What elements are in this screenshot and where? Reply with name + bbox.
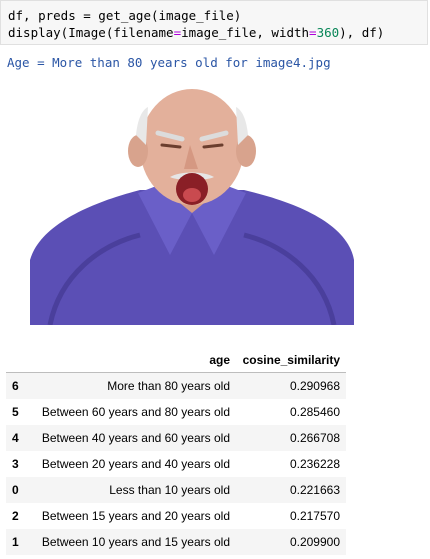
code-line-2: display(Image(filename=image_file, width… [8,25,385,40]
similarity-cell: 0.285460 [289,405,340,419]
code-cell[interactable]: df, preds = get_age(image_file) display(… [0,0,428,45]
similarity-cell: 0.209900 [289,535,340,549]
results-dataframe: age cosine_similarity 6 More than 80 yea… [6,348,346,555]
row-index: 5 [12,405,19,419]
age-cell: Between 40 years and 60 years old [41,431,230,445]
table-row: 5 Between 60 years and 80 years old 0.28… [6,399,346,425]
similarity-cell: 0.217570 [289,509,340,523]
table-row: 1 Between 10 years and 15 years old 0.20… [6,529,346,555]
index-header [6,348,34,373]
table-row: 4 Between 40 years and 60 years old 0.26… [6,425,346,451]
cosine-similarity-header: cosine_similarity [236,348,346,373]
age-cell: Between 15 years and 20 years old [41,509,230,523]
table-row: 2 Between 15 years and 20 years old 0.21… [6,503,346,529]
age-cell: Between 60 years and 80 years old [41,405,230,419]
table-row: 6 More than 80 years old 0.290968 [6,372,346,399]
age-cell: Between 10 years and 15 years old [41,535,230,549]
row-index: 6 [12,379,19,393]
age-header: age [34,348,236,373]
table-header-row: age cosine_similarity [6,348,346,373]
elderly-man-photo [30,89,354,325]
code-line-1: df, preds = get_age(image_file) [8,8,242,23]
similarity-cell: 0.290968 [289,379,340,393]
age-cell: More than 80 years old [107,379,230,393]
age-cell: Less than 10 years old [109,483,230,497]
row-index: 1 [12,535,19,549]
similarity-cell: 0.221663 [289,483,340,497]
row-index: 2 [12,509,19,523]
table-row: 0 Less than 10 years old 0.221663 [6,477,346,503]
similarity-cell: 0.266708 [289,431,340,445]
age-cell: Between 20 years and 40 years old [41,457,230,471]
table-row: 3 Between 20 years and 40 years old 0.23… [6,451,346,477]
similarity-cell: 0.236228 [289,457,340,471]
row-index: 4 [12,431,19,445]
row-index: 3 [12,457,19,471]
stdout-output: Age = More than 80 years old for image4.… [7,55,331,70]
row-index: 0 [12,483,19,497]
